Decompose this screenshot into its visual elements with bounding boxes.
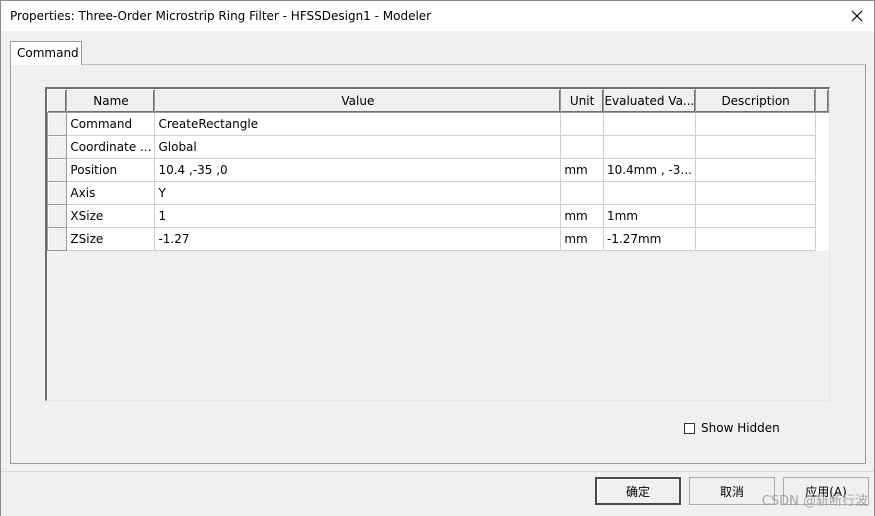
property-name: Command (66, 112, 156, 136)
table-row[interactable]: Command CreateRectangle (46, 112, 829, 136)
close-icon (851, 10, 863, 22)
property-evaluated (602, 135, 696, 159)
properties-grid: Name Value Unit Evaluated Va... Descript… (45, 87, 830, 401)
properties-dialog: Properties: Three-Order Microstrip Ring … (0, 0, 875, 516)
window-title: Properties: Three-Order Microstrip Ring … (10, 9, 432, 23)
property-value[interactable]: 10.4 ,-35 ,0 (154, 158, 562, 182)
property-description[interactable] (694, 158, 817, 182)
row-header[interactable] (46, 227, 68, 251)
property-unit[interactable]: mm (560, 204, 604, 228)
row-header[interactable] (46, 158, 68, 182)
column-header-value[interactable]: Value (154, 89, 562, 113)
title-bar: Properties: Three-Order Microstrip Ring … (1, 1, 874, 31)
property-description[interactable] (694, 112, 817, 136)
properties-table: Name Value Unit Evaluated Va... Descript… (46, 89, 829, 251)
table-row[interactable]: Position 10.4 ,-35 ,0 mm 10.4mm , -3... (46, 158, 829, 182)
property-unit[interactable]: mm (560, 158, 604, 182)
table-row[interactable]: Axis Y (46, 181, 829, 205)
ok-button[interactable]: 确定 (595, 477, 681, 505)
property-unit[interactable] (560, 112, 604, 136)
property-name: Position (66, 158, 156, 182)
table-row[interactable]: XSize 1 mm 1mm (46, 204, 829, 228)
tab-label: Command (17, 46, 79, 60)
column-header-evaluated[interactable]: Evaluated Va... (602, 89, 696, 113)
column-header-name[interactable]: Name (66, 89, 156, 113)
property-name: XSize (66, 204, 156, 228)
cancel-button-label: 取消 (719, 484, 744, 499)
property-unit[interactable] (560, 181, 604, 205)
row-header[interactable] (46, 135, 68, 159)
row-header[interactable] (46, 181, 68, 205)
property-description[interactable] (694, 204, 817, 228)
property-evaluated: 10.4mm , -3... (602, 158, 696, 182)
property-name: Axis (66, 181, 156, 205)
ok-button-label: 确定 (625, 484, 650, 499)
close-button[interactable] (846, 5, 868, 27)
column-header-filler (815, 89, 829, 113)
property-evaluated (602, 112, 696, 136)
tab-command[interactable]: Command (10, 41, 82, 65)
watermark: CSDN @斩断行波 (761, 494, 868, 509)
property-description[interactable] (694, 181, 817, 205)
property-name: Coordinate ... (66, 135, 156, 159)
property-unit[interactable] (560, 135, 604, 159)
corner-header (46, 89, 68, 113)
table-row[interactable]: ZSize -1.27 mm -1.27mm (46, 227, 829, 251)
column-header-unit[interactable]: Unit (560, 89, 604, 113)
show-hidden-option[interactable]: Show Hidden (684, 421, 780, 435)
property-description[interactable] (694, 227, 817, 251)
property-evaluated: -1.27mm (602, 227, 696, 251)
column-header-description[interactable]: Description (694, 89, 817, 113)
property-evaluated (602, 181, 696, 205)
property-value[interactable]: -1.27 (154, 227, 562, 251)
show-hidden-label: Show Hidden (701, 421, 780, 435)
table-row[interactable]: Coordinate ... Global (46, 135, 829, 159)
property-unit[interactable]: mm (560, 227, 604, 251)
row-header[interactable] (46, 204, 68, 228)
property-value[interactable]: 1 (154, 204, 562, 228)
show-hidden-checkbox[interactable] (684, 422, 695, 434)
property-name: ZSize (66, 227, 156, 251)
row-header[interactable] (46, 112, 68, 136)
property-value[interactable]: Y (154, 181, 562, 205)
property-evaluated: 1mm (602, 204, 696, 228)
property-description[interactable] (694, 135, 817, 159)
header-row: Name Value Unit Evaluated Va... Descript… (46, 89, 829, 113)
property-value[interactable]: CreateRectangle (154, 112, 562, 136)
property-value[interactable]: Global (154, 135, 562, 159)
